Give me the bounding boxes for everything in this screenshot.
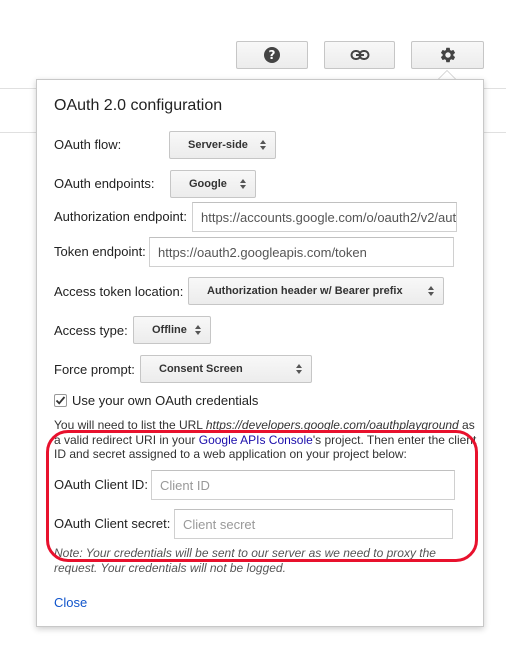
oauth-flow-value: Server-side	[188, 139, 248, 151]
client-id-input[interactable]: Client ID	[151, 470, 455, 500]
force-prompt-select[interactable]: Consent Screen	[140, 355, 312, 383]
close-link[interactable]: Close	[54, 595, 87, 610]
client-id-label: OAuth Client ID:	[54, 477, 148, 492]
select-arrows-icon	[240, 179, 246, 189]
authorization-endpoint-input[interactable]: https://accounts.google.com/o/oauth2/v2/…	[192, 202, 457, 232]
link-button[interactable]	[324, 41, 395, 69]
oauth-config-dialog: OAuth 2.0 configuration OAuth flow: Serv…	[36, 79, 484, 627]
toolbar-divider-right	[484, 132, 506, 133]
google-apis-console-link[interactable]: Google APIs Console	[199, 433, 313, 447]
force-prompt-value: Consent Screen	[159, 363, 243, 375]
own-credentials-label: Use your own OAuth credentials	[72, 393, 259, 408]
select-arrows-icon	[195, 325, 201, 335]
client-secret-input[interactable]: Client secret	[174, 509, 453, 539]
oauth-flow-select[interactable]: Server-side	[169, 131, 276, 159]
token-endpoint-input[interactable]: https://oauth2.googleapis.com/token	[149, 237, 454, 267]
dialog-title: OAuth 2.0 configuration	[54, 97, 223, 114]
credentials-note: Note: Your credentials will be sent to o…	[54, 546, 436, 575]
token-endpoint-label: Token endpoint:	[54, 244, 146, 259]
link-icon	[350, 50, 369, 60]
oauth-endpoints-value: Google	[189, 178, 227, 190]
gear-icon	[440, 47, 455, 63]
oauth-endpoints-select[interactable]: Google	[170, 170, 256, 198]
toolbar-divider	[0, 132, 36, 133]
access-token-location-value: Authorization header w/ Bearer prefix	[207, 285, 403, 297]
access-type-value: Offline	[152, 324, 187, 336]
checkmark-icon	[55, 396, 66, 405]
header-divider	[0, 88, 36, 89]
access-token-location-select[interactable]: Authorization header w/ Bearer prefix	[188, 277, 444, 305]
help-icon: ?	[264, 47, 280, 63]
access-type-select[interactable]: Offline	[133, 316, 211, 344]
redirect-info-text: You will need to list the URL https://de…	[54, 418, 478, 462]
access-token-location-label: Access token location:	[54, 284, 184, 299]
select-arrows-icon	[296, 364, 302, 374]
help-button[interactable]: ?	[236, 41, 308, 69]
oauth-flow-label: OAuth flow:	[54, 137, 122, 152]
client-secret-label: OAuth Client secret:	[54, 516, 171, 531]
header-divider-right	[484, 88, 506, 89]
own-credentials-checkbox[interactable]	[54, 394, 67, 407]
force-prompt-label: Force prompt:	[54, 362, 135, 377]
oauth-endpoints-label: OAuth endpoints:	[54, 176, 155, 191]
select-arrows-icon	[260, 140, 266, 150]
settings-button[interactable]	[411, 41, 484, 69]
access-type-label: Access type:	[54, 323, 128, 338]
redirect-url: https://developers.google.com/oauthplayg…	[205, 418, 459, 432]
info-text-1: You will need to list the URL	[54, 418, 206, 432]
select-arrows-icon	[428, 286, 434, 296]
authorization-endpoint-label: Authorization endpoint:	[54, 209, 187, 224]
